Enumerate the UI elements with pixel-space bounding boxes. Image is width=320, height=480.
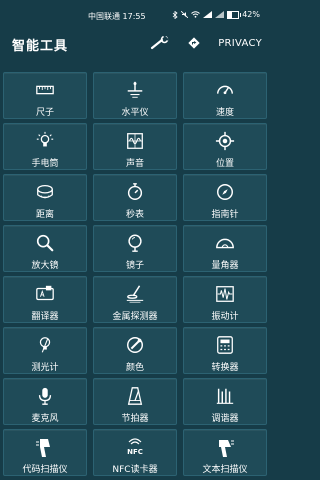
tool-magnifier[interactable]: 放大镜 [3,225,87,272]
privacy-link[interactable]: PRIVACY [218,38,262,49]
tool-distance[interactable]: 距离 [3,174,87,221]
magnifier-icon [36,234,54,252]
tool-speed[interactable]: 速度 [183,72,267,119]
tool-label: 金属探测器 [112,312,158,322]
tool-label: 位置 [215,159,234,169]
protractor-icon [216,238,234,249]
tool-label: 指南针 [211,210,239,220]
metronome-icon [127,387,143,405]
tool-label: 测光计 [31,363,59,373]
converter-icon [217,336,233,354]
tool-sound[interactable]: 声音 [93,123,177,170]
tool-label: 距离 [35,210,54,220]
tool-label: 速度 [215,108,234,118]
tool-vibration[interactable]: 振动计 [183,276,267,323]
status-bar: 中国联通 17:55 42% [0,0,270,30]
app-bar: 智能工具 PRIVACY [0,30,270,58]
tool-label: 秒表 [125,210,144,220]
tool-stopwatch[interactable]: 秒表 [93,174,177,221]
signal-icon [203,11,213,18]
tool-label: 水平仪 [121,108,149,118]
tool-label: 放大镜 [31,261,59,271]
translator-icon [36,285,54,301]
tool-metal-detector[interactable]: 金属探测器 [93,276,177,323]
svg-text:NFC: NFC [127,448,143,456]
ruler-icon [36,85,54,95]
tool-label: 尺子 [35,108,54,118]
tool-text-scanner[interactable]: 文本扫描仪 [183,429,267,476]
tool-barcode-scanner[interactable]: 代码扫描仪 [3,429,87,476]
level-icon [127,81,143,98]
text-scanner-icon [219,440,234,457]
tape-measure-icon [37,185,53,199]
tool-label: 转换器 [211,363,239,373]
tool-label: 节拍器 [121,414,149,424]
compass-icon [217,184,233,200]
tool-flashlight[interactable]: 手电筒 [3,123,87,170]
tool-label: 代码扫描仪 [22,465,68,475]
tool-microphone[interactable]: 麦克风 [3,378,87,425]
battery-percent: 42% [242,10,260,19]
tool-protractor[interactable]: 量角器 [183,225,267,272]
wifi-icon [191,11,201,18]
tool-metronome[interactable]: 节拍器 [93,378,177,425]
color-picker-icon [127,337,143,353]
barcode-scanner-icon [36,439,50,457]
signal-icon-2 [215,11,225,18]
status-icons: 42% [172,10,260,19]
tool-label: 声音 [125,159,144,169]
microphone-icon [38,387,52,405]
silent-icon [181,11,189,18]
tool-translator[interactable]: 翻译器 [3,276,87,323]
tool-tuner[interactable]: 调谐器 [183,378,267,425]
tool-mirror[interactable]: 镜子 [93,225,177,272]
tool-label: 麦克风 [31,414,59,424]
app-actions: PRIVACY [150,36,262,50]
nfc-icon: NFC [127,438,143,456]
metal-detector-icon [126,285,144,303]
tool-label: 镜子 [125,261,144,271]
flashlight-icon [36,131,54,147]
app-title: 智能工具 [12,39,69,54]
bluetooth-icon [172,10,178,19]
vibration-icon [216,286,234,302]
tool-color[interactable]: 颜色 [93,327,177,374]
sound-icon [127,133,143,149]
tool-label: NFC读卡器 [112,465,158,475]
tool-label: 振动计 [211,312,239,322]
mirror-icon [128,234,142,252]
speedometer-icon [217,85,233,95]
carrier-time: 中国联通 17:55 [88,12,146,21]
tool-light-meter[interactable]: 测光计 [3,327,87,374]
directions-icon[interactable] [188,37,200,49]
tool-grid: 尺子 水平仪 速度 手电筒 声音 位置 距离 秒表 指南针 放大镜 镜子 量角器… [3,72,267,476]
battery-icon [227,10,242,19]
tool-ruler[interactable]: 尺子 [3,72,87,119]
tool-level[interactable]: 水平仪 [93,72,177,119]
tool-label: 颜色 [125,363,144,373]
tool-label: 手电筒 [31,159,59,169]
tool-label: 调谐器 [211,414,239,424]
tool-label: 翻译器 [31,312,59,322]
tool-compass[interactable]: 指南针 [183,174,267,221]
tool-nfc-reader[interactable]: NFC NFC读卡器 [93,429,177,476]
wrench-icon[interactable] [150,36,170,50]
light-meter-icon [39,337,51,353]
tool-location[interactable]: 位置 [183,123,267,170]
tool-converter[interactable]: 转换器 [183,327,267,374]
location-icon [215,131,235,151]
tool-label: 量角器 [211,261,239,271]
tuner-icon [216,388,234,404]
tool-label: 文本扫描仪 [202,465,248,475]
stopwatch-icon [127,183,143,200]
